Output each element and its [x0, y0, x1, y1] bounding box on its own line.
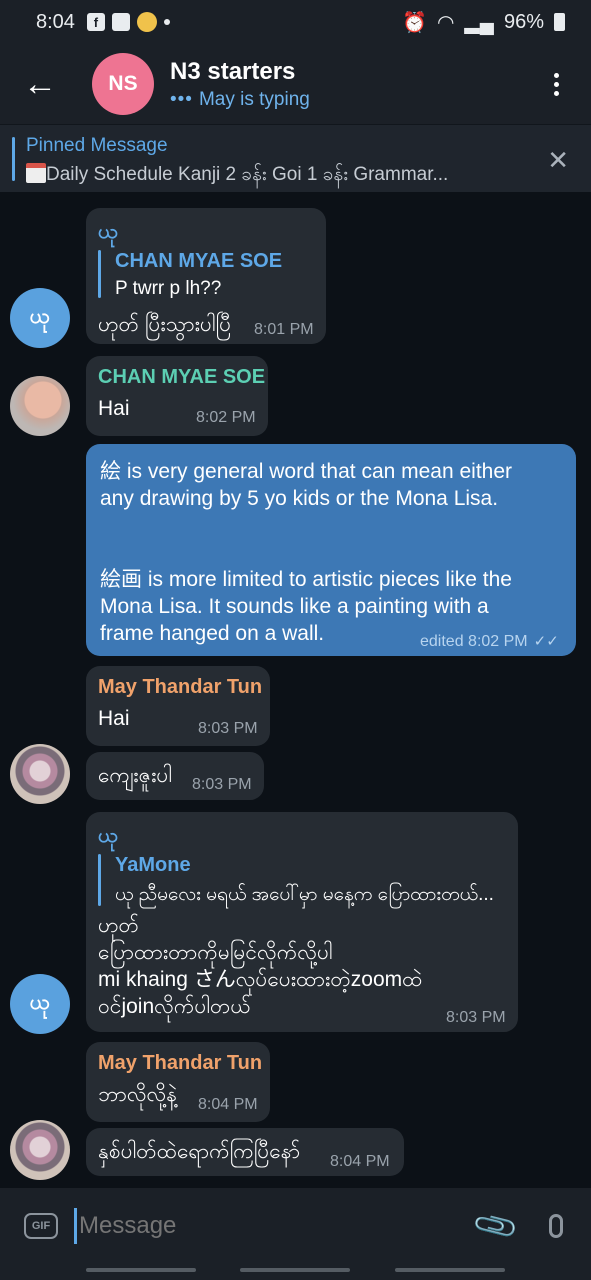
reply-accent-bar — [98, 250, 101, 298]
avatar[interactable] — [10, 1120, 70, 1180]
reply-text: ယု ညီမလေး မရယ် အပေါ်မှာ မနေ့က ပြောထားတယ်… — [115, 884, 494, 905]
double-check-icon: ✓✓ — [533, 633, 559, 650]
more-menu-icon[interactable] — [521, 72, 591, 96]
message-list[interactable]: ယု CHAN MYAE SOE P twrr p lh?? ဟုတ် ပြီး… — [0, 192, 591, 1188]
notification-icons: f — [86, 12, 170, 32]
message-bubble[interactable]: နှစ်ပါတ်ထဲရောက်ကြပြီနော် 8:04 PM — [86, 1128, 404, 1176]
pinned-accent-bar — [12, 137, 15, 181]
message-time: 8:04 PM — [330, 1153, 390, 1170]
message-bubble[interactable]: May Thandar Tun ဘာလိုလို့နဲ့ 8:04 PM — [86, 1042, 270, 1122]
message-time-text: edited 8:02 PM — [420, 633, 528, 650]
system-icons: ⏰ ◠ ▂▄ 96% — [402, 10, 565, 35]
message-text: ဟုတ် ပြီးသွားပါပြီ — [98, 313, 232, 336]
message-bubble[interactable]: May Thandar Tun Hai 8:03 PM — [86, 666, 270, 746]
clock: 8:04 — [36, 10, 75, 33]
message-bubble-outgoing[interactable]: 絵 is very general word that can mean eit… — [86, 444, 576, 656]
more-notifications-dot — [163, 19, 170, 25]
message-text: ပြောထားတာကိုမမြင်လိုက်လို့ပါ — [98, 941, 333, 964]
signal-icon: ▂▄ — [464, 11, 494, 34]
message-bubble[interactable]: ယု YaMone ယု ညီမလေး မရယ် အပေါ်မှာ မနေ့က … — [86, 812, 518, 1032]
chat-title-box[interactable]: N3 starters ••• May is typing — [170, 58, 310, 111]
message-time: 8:01 PM — [254, 321, 314, 338]
message-text: 絵 is very general word that can mean eit… — [100, 460, 513, 483]
alarm-icon: ⏰ — [402, 11, 427, 34]
nav-recents[interactable] — [86, 1268, 196, 1272]
typing-text: May is typing — [198, 88, 310, 110]
message-time: 8:02 PM — [196, 409, 256, 426]
message-bubble[interactable]: CHAN MYAE SOE Hai 8:02 PM — [86, 356, 268, 436]
message-sender: ယု — [98, 825, 118, 847]
message-time: 8:04 PM — [198, 1096, 258, 1113]
avatar[interactable] — [10, 744, 70, 804]
message-text: any drawing by 5 yo kids or the Mona Lis… — [100, 487, 499, 510]
message-time: 8:03 PM — [192, 776, 252, 793]
battery-level: 96% — [503, 10, 544, 33]
message-time: 8:03 PM — [198, 720, 258, 737]
message-text: Mona Lisa. It sounds like a painting wit… — [100, 595, 489, 618]
message-input[interactable] — [79, 1212, 439, 1240]
chat-title: N3 starters — [170, 57, 296, 85]
message-time: edited 8:02 PM ✓✓ — [420, 632, 559, 651]
message-sender: CHAN MYAE SOE — [98, 366, 266, 388]
message-bubble[interactable]: ကျေးဇူးပါ 8:03 PM — [86, 752, 264, 800]
status-bar: 8:04 f ⏰ ◠ ▂▄ 96% — [0, 0, 591, 44]
mic-icon[interactable] — [521, 1214, 591, 1238]
text-cursor — [74, 1208, 77, 1244]
attach-icon[interactable]: 📎 — [465, 1197, 526, 1254]
reply-text: P twrr p lh?? — [115, 278, 222, 299]
battery-icon — [554, 13, 565, 31]
nav-back[interactable] — [395, 1268, 505, 1272]
message-text: ဘာလိုလို့နဲ့ — [98, 1083, 178, 1106]
pinned-text: Daily Schedule Kanji 2 ခန်း Goi 1 ခန်း G… — [26, 162, 448, 190]
pinned-text-content: Daily Schedule Kanji 2 ခန်း Goi 1 ခန်း G… — [46, 164, 449, 185]
chat-header: ← NS N3 starters ••• May is typing — [0, 44, 591, 124]
emoji-icon — [136, 12, 157, 32]
message-sender: May Thandar Tun — [98, 1052, 263, 1074]
message-text: ဝင်joinလိုက်ပါတယ် — [98, 995, 251, 1018]
avatar[interactable] — [10, 376, 70, 436]
back-arrow-icon[interactable]: ← — [0, 65, 80, 104]
facebook-icon: f — [86, 13, 105, 31]
message-text: Hai — [98, 397, 130, 420]
reply-accent-bar — [98, 854, 101, 906]
message-input-bar: GIF 📎 — [0, 1188, 591, 1264]
message-sender: May Thandar Tun — [98, 676, 263, 698]
system-nav-bar — [0, 1264, 591, 1280]
message-icon — [111, 13, 130, 31]
close-pinned-icon[interactable]: ✕ — [547, 145, 569, 176]
message-text: 絵画 is more limited to artistic pieces li… — [100, 568, 512, 591]
message-text: Hai — [98, 707, 130, 730]
calendar-icon — [26, 163, 46, 183]
message-text: ကျေးဇူးပါ — [98, 764, 173, 787]
reply-sender: YaMone — [115, 854, 191, 876]
reply-sender: CHAN MYAE SOE — [115, 250, 283, 272]
avatar[interactable]: ယု — [10, 288, 70, 348]
message-text: ဟုတ် — [98, 914, 139, 937]
message-bubble[interactable]: ယု CHAN MYAE SOE P twrr p lh?? ဟုတ် ပြီး… — [86, 208, 326, 344]
typing-dots-icon: ••• — [170, 88, 193, 110]
typing-status: ••• May is typing — [170, 89, 310, 111]
nav-home[interactable] — [240, 1268, 350, 1272]
avatar[interactable]: ယု — [10, 974, 70, 1034]
pinned-title: Pinned Message — [26, 135, 168, 156]
gif-button[interactable]: GIF — [24, 1213, 58, 1239]
message-text: frame hanged on a wall. — [100, 622, 325, 645]
message-text: နှစ်ပါတ်ထဲရောက်ကြပြီနော် — [98, 1140, 301, 1163]
pinned-message-bar[interactable]: Pinned Message Daily Schedule Kanji 2 ခန… — [0, 124, 591, 192]
wifi-icon: ◠ — [436, 11, 455, 34]
message-sender: ယု — [98, 221, 118, 243]
group-avatar[interactable]: NS — [92, 53, 154, 115]
message-time: 8:03 PM — [446, 1009, 506, 1026]
message-text: mi khaing さんလုပ်ပေးထားတဲ့zoomထဲ — [98, 968, 423, 991]
